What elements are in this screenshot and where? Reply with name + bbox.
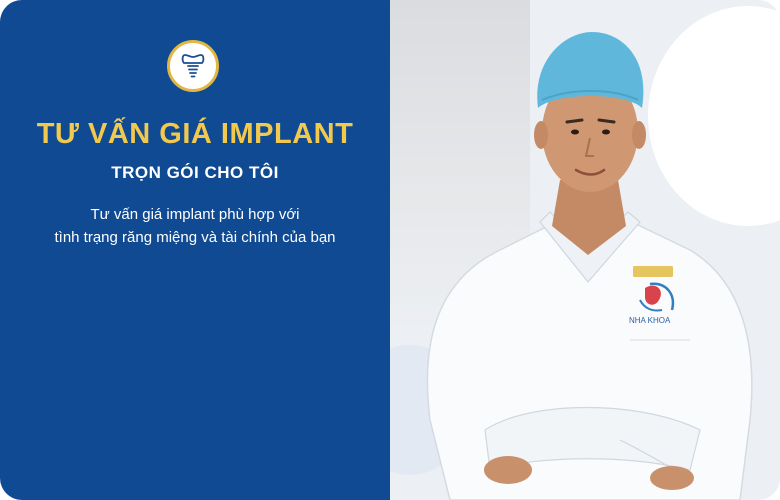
photo-panel: NHA KHOA xyxy=(390,0,780,500)
description-line-1: Tư vấn giá implant phù hợp với xyxy=(90,206,300,223)
banner-description: Tư vấn giá implant phù hợp với tình trạng… xyxy=(0,203,390,249)
clinic-logo-text: NHA KHOA xyxy=(629,316,671,325)
info-panel: TƯ VẤN GIÁ IMPLANT TRỌN GÓI CHO TÔI Tư v… xyxy=(0,0,390,500)
banner-title: TƯ VẤN GIÁ IMPLANT xyxy=(36,118,354,150)
description-line-2: tình trạng răng miệng và tài chính của b… xyxy=(54,229,336,246)
banner-subtitle: TRỌN GÓI CHO TÔI xyxy=(111,163,279,182)
doctor-photo: NHA KHOA xyxy=(426,32,753,500)
dental-implant-icon xyxy=(167,40,219,92)
implant-consult-banner[interactable]: TƯ VẤN GIÁ IMPLANT TRỌN GÓI CHO TÔI Tư v… xyxy=(0,0,780,500)
